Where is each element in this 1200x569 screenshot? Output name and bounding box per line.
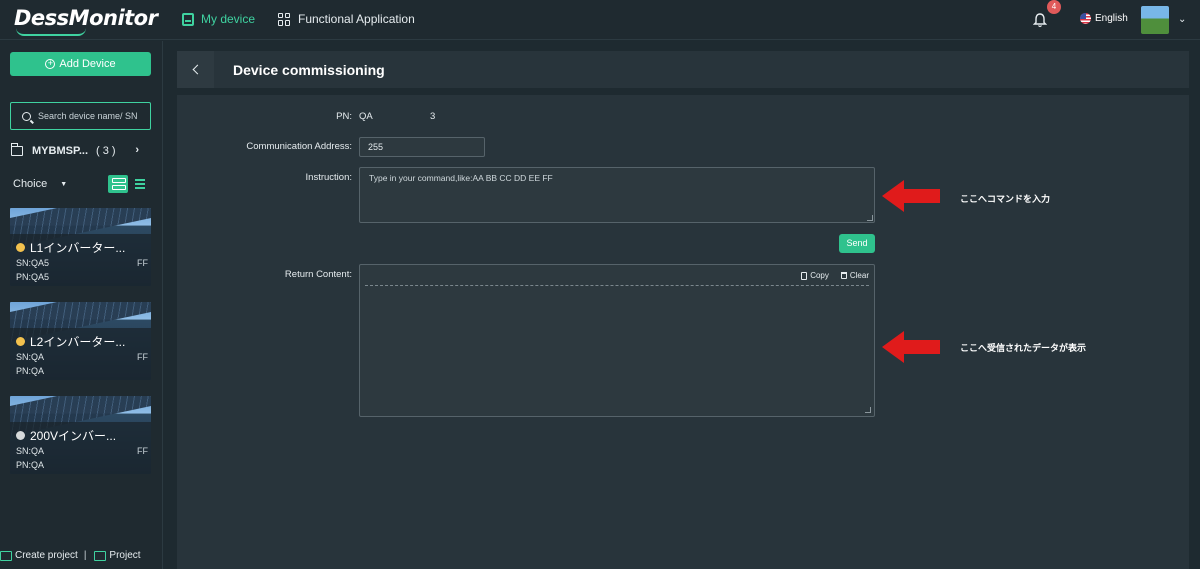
chevron-left-icon (192, 64, 202, 75)
bell-icon[interactable] (1033, 12, 1047, 28)
device-sn: SN:QA (16, 352, 45, 362)
device-pn: PN:QA (16, 460, 45, 470)
us-flag-icon (1080, 13, 1091, 24)
status-dot-icon (16, 431, 25, 440)
search-icon[interactable] (22, 111, 31, 121)
language-selector[interactable]: English (1080, 13, 1128, 24)
list-view-icon[interactable] (132, 175, 148, 193)
commissioning-form: PN: QA 3 Communication Address: Instruct… (177, 95, 1189, 569)
divider (365, 285, 869, 286)
divider: | (83, 550, 87, 561)
logo-swoosh (16, 28, 86, 36)
nav-my-device[interactable]: My device (182, 12, 255, 26)
nav-functional-application[interactable]: Functional Application (278, 12, 415, 26)
project-icon (94, 550, 107, 561)
status-dot-icon (16, 337, 25, 346)
add-device-button[interactable]: + Add Device (10, 52, 151, 76)
device-card[interactable]: L1インバーター... SN:QA5 PN:QA5 FF (10, 208, 151, 286)
folder-plus-icon (0, 550, 12, 561)
device-pn: PN:QA (16, 366, 45, 376)
instruction-annotation: ここへコマンドを入力 (960, 194, 1051, 204)
device-name: L1インバーター... (16, 239, 125, 256)
device-name: L2インバーター... (16, 333, 125, 350)
create-project-button[interactable]: Create project (0, 550, 78, 561)
clear-label: Clear (849, 271, 869, 280)
device-card[interactable]: L2インバーター... SN:QA PN:QA FF (10, 302, 151, 380)
page-header: Device commissioning (177, 51, 1189, 88)
page-title: Device commissioning (233, 62, 385, 78)
folder-count: ( 3 ) (96, 145, 116, 157)
chevron-down-icon[interactable]: ⌄ (1178, 14, 1186, 25)
choice-dropdown[interactable]: Choice ▼ (13, 178, 67, 190)
grid-icon (278, 12, 291, 26)
copy-icon (801, 271, 808, 280)
status-dot-icon (16, 243, 25, 252)
sidebar: + Add Device MYBMSP... ( 3 ) › Choice ▼ … (0, 41, 163, 569)
copy-label: Copy (810, 271, 829, 280)
red-arrow-icon (882, 180, 940, 212)
notification-badge: 4 (1047, 0, 1061, 14)
device-ff: FF (137, 446, 148, 456)
folder-icon (11, 143, 23, 156)
chevron-right-icon[interactable]: › (135, 144, 139, 156)
resize-handle-icon[interactable] (867, 215, 873, 221)
device-name: 200Vインバー... (16, 427, 116, 444)
search-input[interactable] (38, 111, 146, 121)
sidebar-footer: Create project | Project (0, 550, 163, 561)
clear-button[interactable]: Clear (840, 271, 869, 280)
device-icon (182, 12, 194, 26)
return-tools: Copy Clear (801, 271, 869, 280)
caret-down-icon: ▼ (60, 180, 68, 188)
resize-handle-icon[interactable] (865, 407, 871, 413)
instruction-input[interactable] (359, 167, 875, 223)
project-label: Project (109, 550, 141, 561)
project-button[interactable]: Project (94, 550, 141, 561)
avatar[interactable] (1141, 6, 1169, 34)
logo-text: DessMonitor (14, 6, 158, 30)
copy-button[interactable]: Copy (801, 271, 829, 280)
comm-address-input[interactable] (359, 137, 485, 157)
device-card[interactable]: 200Vインバー... SN:QA PN:QA FF (10, 396, 151, 474)
device-ff: FF (137, 352, 148, 362)
search-box (10, 102, 151, 130)
comm-address-label: Communication Address: (246, 141, 352, 152)
return-annotation: ここへ受信されたデータが表示 (960, 343, 1087, 353)
view-toggle (108, 175, 148, 193)
pn-label: PN: (336, 111, 352, 122)
nav-my-device-label: My device (201, 12, 256, 26)
trash-icon (840, 272, 847, 279)
top-bar: DessMonitor My device Functional Applica… (0, 0, 1200, 40)
pn-value-suffix: 3 (430, 111, 436, 122)
device-ff: FF (137, 258, 148, 268)
device-sn: SN:QA5 (16, 258, 50, 268)
return-content-box[interactable]: Copy Clear (359, 264, 875, 417)
device-pn: PN:QA5 (16, 272, 50, 282)
pn-value: QA (359, 111, 373, 122)
send-button[interactable]: Send (839, 234, 875, 253)
dessmonitor-logo[interactable]: DessMonitor (14, 6, 158, 36)
plus-circle-icon: + (45, 59, 56, 69)
card-view-icon[interactable] (108, 175, 128, 193)
back-button[interactable] (177, 51, 214, 88)
nav-functional-application-label: Functional Application (298, 12, 415, 26)
choice-label: Choice (13, 178, 48, 190)
add-device-label: Add Device (59, 58, 116, 70)
instruction-label: Instruction: (305, 172, 352, 183)
folder-name: MYBMSP... (32, 145, 89, 157)
folder-row[interactable]: MYBMSP... ( 3 ) › (11, 143, 151, 157)
device-sn: SN:QA (16, 446, 45, 456)
create-project-label: Create project (15, 550, 78, 561)
red-arrow-icon (882, 331, 940, 363)
return-content-label: Return Content: (284, 269, 352, 280)
language-label: English (1095, 13, 1128, 24)
